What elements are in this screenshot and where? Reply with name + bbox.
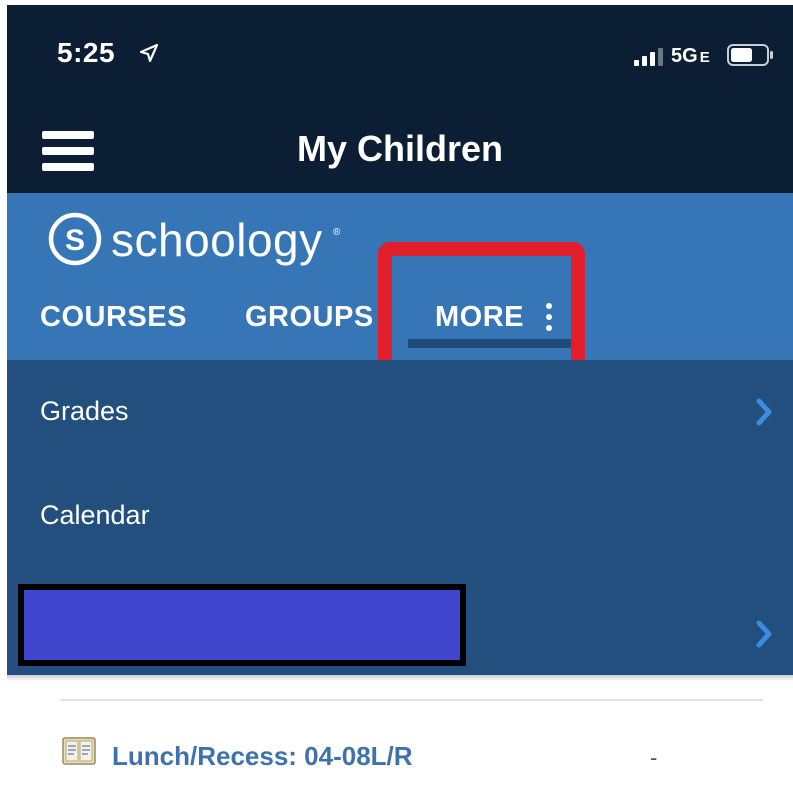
status-bar: 5:25 5G E	[7, 5, 793, 100]
chevron-right-icon	[756, 398, 772, 426]
page-title: My Children	[296, 128, 503, 169]
brand-name: schoology	[111, 214, 323, 266]
network-suffix: E	[699, 49, 710, 66]
tab-more[interactable]: MORE	[408, 279, 571, 348]
divider	[60, 699, 763, 701]
active-tab-indicator	[408, 339, 571, 348]
cellular-signal-icon	[634, 48, 663, 66]
dropdown-shadow	[7, 675, 793, 681]
app-frame: 5:25 5G E My Children S schoology ® COUR…	[7, 5, 793, 808]
menu-item-grades[interactable]: Grades	[7, 360, 793, 464]
logo-letter: S	[65, 224, 85, 257]
tab-courses[interactable]: COURSES	[40, 301, 187, 334]
menu-item-label: Calendar	[40, 500, 150, 530]
schoology-header: S schoology ® COURSES GROUPS MORE	[7, 193, 793, 360]
redaction-block	[18, 584, 466, 666]
chevron-right-icon	[756, 620, 772, 648]
schoology-logo-icon: S	[48, 212, 102, 266]
title-bar: My Children	[7, 100, 793, 193]
vertical-dots-icon	[544, 301, 552, 333]
course-grade: -	[650, 745, 658, 770]
battery-icon	[727, 44, 773, 66]
course-book-icon	[62, 737, 96, 765]
course-title-link[interactable]: Lunch/Recess: 04-08L/R	[112, 741, 413, 772]
tab-more-label: MORE	[435, 301, 524, 333]
status-time: 5:25	[57, 37, 116, 68]
registered-mark: ®	[333, 227, 341, 238]
menu-item-calendar[interactable]: Calendar	[7, 464, 793, 568]
tab-groups[interactable]: GROUPS	[245, 301, 374, 334]
location-arrow-icon	[139, 43, 159, 63]
menu-item-label: Grades	[40, 396, 129, 426]
network-label: 5G	[671, 45, 698, 67]
network-type: 5G E	[671, 45, 710, 68]
more-dropdown-menu: Grades Calendar	[7, 360, 793, 675]
